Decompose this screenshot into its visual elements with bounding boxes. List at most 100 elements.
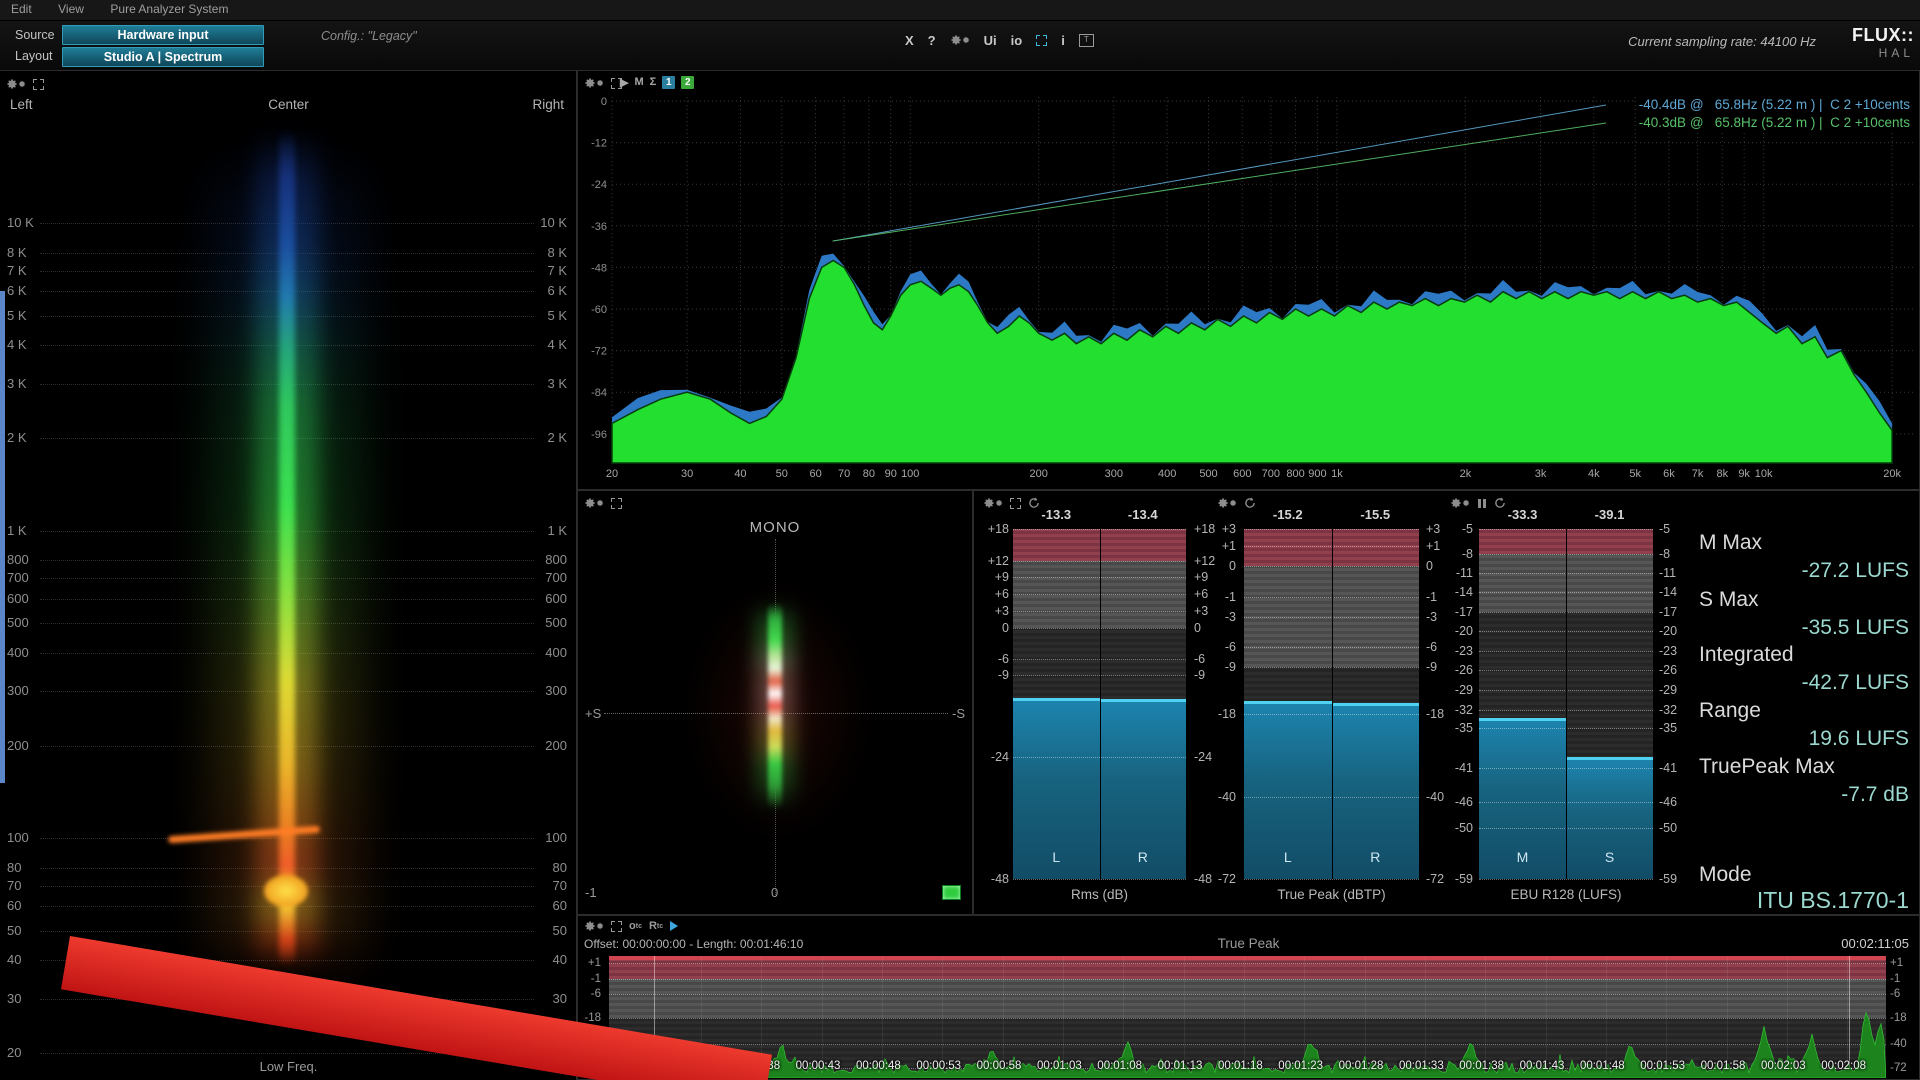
freq-label-left: 10 K (7, 215, 34, 230)
gear-icon[interactable] (983, 497, 1003, 509)
meter-ebu-channel-M: M (1479, 529, 1566, 879)
timeline-tick-right: -18 (1890, 1012, 1907, 1024)
svg-text:800: 800 (1286, 468, 1304, 480)
timeline-timestamp: 00:00:43 (796, 1060, 841, 1072)
menu-pure-analyzer-system[interactable]: Pure Analyzer System (99, 0, 239, 18)
source-select[interactable]: Hardware input (62, 25, 264, 45)
timeline-tick-right: -6 (1890, 988, 1900, 1000)
freq-label-left: 20 (7, 1045, 21, 1060)
freq-label-left: 50 (7, 923, 21, 938)
ui-toggle[interactable]: Ui (984, 33, 997, 48)
channel-label: R (1340, 849, 1410, 865)
freq-label-left: 700 (7, 570, 29, 585)
timeline-plot[interactable]: 00:00:3300:00:3800:00:4300:00:4800:00:53… (609, 956, 1886, 1078)
timeline-timestamp: 00:02:03 (1761, 1060, 1806, 1072)
expand-corners-icon[interactable] (611, 921, 622, 932)
fullscreen-icon[interactable] (1036, 35, 1047, 46)
logo-hal: HAL (1852, 46, 1914, 60)
play-icon[interactable] (670, 921, 678, 931)
expand-corners-icon[interactable] (611, 498, 622, 509)
freq-label-right: 4 K (547, 337, 567, 352)
meter-truepeak-channel-L: L (1244, 529, 1332, 879)
freq-label-left: 800 (7, 552, 29, 567)
sum-icon[interactable]: Σ (650, 76, 657, 88)
gear-icon[interactable] (1217, 497, 1237, 509)
spectrogram-energy-core (279, 129, 295, 965)
gear-icon[interactable] (6, 78, 26, 90)
gear-icon[interactable] (1450, 497, 1470, 509)
svg-text:4k: 4k (1588, 468, 1600, 480)
spectrum-plot[interactable]: 0-12-24-36-48-60-72-84-96203040506070809… (578, 71, 1919, 489)
stat-label-3: Range (1699, 699, 1761, 723)
offset-timecode-icon[interactable]: otc (629, 920, 642, 932)
titlebar-icon[interactable]: T (1079, 34, 1094, 47)
expand-corners-icon[interactable] (1010, 498, 1021, 509)
meter-rms-icons (983, 496, 1040, 510)
info-icon[interactable]: i (1061, 33, 1065, 48)
spectrogram-panel: Left Center Right 10 K10 K8 K8 K7 K7 K6 … (0, 70, 577, 1080)
gear-icon[interactable] (584, 920, 604, 932)
help-icon[interactable]: ? (928, 33, 936, 48)
loudness-stats: M Max-27.2 LUFSS Max-35.5 LUFSIntegrated… (1691, 491, 1919, 916)
meter-truepeak-bars[interactable]: LR (1244, 529, 1419, 879)
svg-text:50: 50 (776, 468, 788, 480)
timeline-tick-right: +1 (1890, 957, 1903, 969)
timeline-end-time: 00:02:11:05 (1841, 936, 1909, 951)
svg-text:6k: 6k (1663, 468, 1675, 480)
meter-rms-bars[interactable]: LR (1013, 529, 1186, 879)
reset-icon[interactable] (1244, 497, 1256, 509)
pause-icon[interactable] (1477, 498, 1487, 509)
timeline-timestamp: 00:01:18 (1218, 1060, 1263, 1072)
svg-text:500: 500 (1199, 468, 1217, 480)
trace1-toggle[interactable]: 1 (662, 76, 675, 89)
layout-select[interactable]: Studio A | Spectrum (62, 47, 264, 67)
close-icon[interactable]: X (905, 33, 914, 48)
freq-label-right: 40 (553, 952, 567, 967)
timeline-timestamp: 00:01:58 (1701, 1060, 1746, 1072)
timeline-tick-left: +1 (588, 957, 601, 969)
freq-label-right: 1 K (547, 523, 567, 538)
timeline-timestamp: 00:01:23 (1278, 1060, 1323, 1072)
channel-label: S (1575, 849, 1645, 865)
config-text: Config.: "Legacy" (321, 29, 417, 43)
freq-label-right: 200 (545, 738, 567, 753)
reset-timecode-icon[interactable]: Rtc (649, 920, 663, 932)
spectrum-readout-1: -40.4dB @ 65.8Hz (5.22 m ) | C 2 +10cent… (1636, 96, 1913, 114)
menu-view[interactable]: View (47, 0, 95, 18)
settings-gears-icon[interactable] (950, 34, 970, 46)
freq-label-right: 50 (553, 923, 567, 938)
status-led[interactable] (942, 885, 961, 900)
mode-label: Mode (1699, 863, 1752, 887)
svg-text:100: 100 (901, 468, 919, 480)
reset-icon[interactable] (1028, 497, 1040, 509)
svg-text:90: 90 (885, 468, 897, 480)
trace2-toggle[interactable]: 2 (681, 76, 694, 89)
meter-ebu-channel-S: S (1566, 529, 1653, 879)
meter-rms-channel-L: L (1013, 529, 1100, 879)
play-icon[interactable]: ▶ (620, 76, 628, 89)
meter-ebu-bars[interactable]: MS (1479, 529, 1653, 879)
scrollbar-strip[interactable] (0, 291, 5, 783)
stat-label-0: M Max (1699, 531, 1762, 555)
bottom-center-scale-label: 0 (771, 885, 778, 900)
menu-edit[interactable]: Edit (0, 0, 43, 18)
reset-icon[interactable] (1494, 497, 1506, 509)
freq-label-left: 7 K (7, 263, 27, 278)
meter-ebu-icons (1450, 496, 1506, 510)
m-weighting-icon[interactable]: M (634, 76, 643, 88)
io-toggle[interactable]: io (1011, 33, 1023, 48)
gear-icon[interactable] (584, 77, 604, 89)
spectrogram-panel-icons (6, 77, 44, 91)
channel-label: R (1108, 849, 1178, 865)
expand-corners-icon[interactable] (33, 79, 44, 90)
sampling-rate-text: Current sampling rate: 44100 Hz (1628, 34, 1816, 49)
channel-label-center: Center (0, 97, 577, 112)
gear-icon[interactable] (584, 497, 604, 509)
timeline-timestamp: 00:02:08 (1821, 1060, 1866, 1072)
svg-text:80: 80 (863, 468, 875, 480)
top-toolbar: X? Uiio i T (905, 30, 1094, 50)
freq-label-right: 5 K (547, 308, 567, 323)
svg-text:0: 0 (601, 96, 607, 108)
flux-logo: FLUX:: HAL (1852, 25, 1914, 60)
svg-text:30: 30 (681, 468, 693, 480)
